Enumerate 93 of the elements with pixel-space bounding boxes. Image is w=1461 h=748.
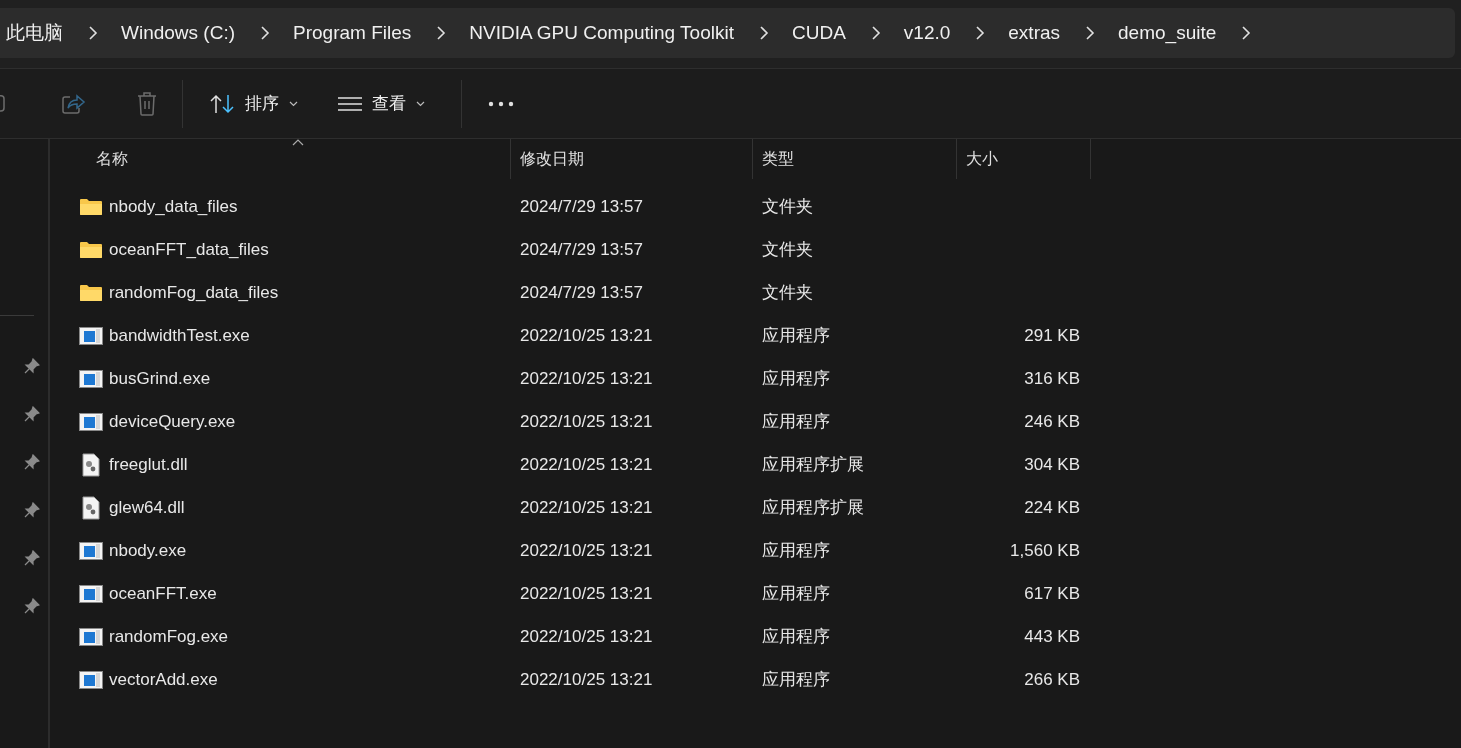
address-bar[interactable]: 此电脑 Windows (C:) Program Files NVIDIA GPU Computing Toolkit CUDA v12.0 extras demo_suite: [0, 8, 1455, 58]
date-modified: 2022/10/25 13:21: [520, 368, 653, 389]
file-type: 文件夹: [762, 282, 813, 304]
application-icon: [79, 326, 103, 345]
caret-icon: [289, 100, 298, 107]
breadcrumb-item[interactable]: extras: [1008, 22, 1061, 44]
pin-icon[interactable]: [24, 406, 40, 422]
file-size: 291 KB: [1024, 325, 1080, 346]
pin-icon[interactable]: [24, 598, 40, 614]
file-name[interactable]: busGrind.exe: [109, 368, 211, 389]
breadcrumb-item[interactable]: demo_suite: [1118, 22, 1217, 44]
chevron-icon[interactable]: [435, 25, 448, 41]
file-name[interactable]: nbody_data_files: [109, 196, 238, 217]
breadcrumb-item[interactable]: 此电脑: [6, 20, 63, 46]
file-name[interactable]: freeglut.dll: [109, 454, 188, 475]
breadcrumb-item[interactable]: CUDA: [791, 22, 846, 44]
pin-icon[interactable]: [24, 550, 40, 566]
file-name[interactable]: randomFog_data_files: [109, 282, 279, 303]
file-name[interactable]: oceanFFT.exe: [109, 583, 217, 604]
file-type: 应用程序扩展: [762, 454, 864, 476]
date-modified: 2022/10/25 13:21: [520, 454, 653, 475]
date-modified: 2022/10/25 13:21: [520, 583, 653, 604]
chevron-icon[interactable]: [87, 25, 99, 41]
chevron-icon[interactable]: [1240, 25, 1253, 41]
date-modified: 2022/10/25 13:21: [520, 669, 653, 690]
folder-icon: [79, 283, 103, 302]
chevron-icon[interactable]: [1084, 25, 1097, 41]
list-icon: [338, 95, 362, 112]
file-type: 应用程序: [762, 669, 830, 691]
breadcrumb-item[interactable]: v12.0: [903, 22, 951, 44]
application-icon: [79, 627, 103, 646]
trash-icon: [136, 90, 158, 117]
column-header[interactable]: 大小: [957, 139, 1091, 179]
file-type: 应用程序: [762, 325, 830, 347]
pin-icon[interactable]: [24, 502, 40, 518]
file-type: 应用程序: [762, 626, 830, 648]
file-type: 应用程序扩展: [762, 497, 864, 519]
date-modified: 2022/10/25 13:21: [520, 540, 653, 561]
date-modified: 2022/10/25 13:21: [520, 411, 653, 432]
breadcrumb-item[interactable]: Windows (C:): [121, 22, 235, 44]
application-icon: [79, 584, 103, 603]
date-modified: 2024/7/29 13:57: [520, 196, 643, 217]
file-size: 443 KB: [1024, 626, 1080, 647]
column-header[interactable]: 名称: [50, 139, 511, 179]
file-name[interactable]: glew64.dll: [109, 497, 185, 518]
column-header[interactable]: 类型: [753, 139, 957, 179]
file-size: 266 KB: [1024, 669, 1080, 690]
file-size: 617 KB: [1024, 583, 1080, 604]
gear-document-icon: [82, 452, 100, 477]
chevron-icon[interactable]: [869, 25, 882, 41]
file-type: 文件夹: [762, 196, 813, 218]
file-size: 304 KB: [1024, 454, 1080, 475]
file-type: 应用程序: [762, 583, 830, 605]
more-icon: [488, 100, 514, 107]
folder-icon: [79, 197, 103, 216]
breadcrumb-item[interactable]: NVIDIA GPU Computing Toolkit: [469, 22, 734, 44]
column-header[interactable]: 修改日期: [511, 139, 753, 179]
sort-icon: [209, 92, 235, 115]
date-modified: 2024/7/29 13:57: [520, 282, 643, 303]
file-size: 224 KB: [1024, 497, 1080, 518]
folder-icon: [79, 240, 103, 259]
date-modified: 2022/10/25 13:21: [520, 497, 653, 518]
file-size: 316 KB: [1024, 368, 1080, 389]
date-modified: 2024/7/29 13:57: [520, 239, 643, 260]
breadcrumb-item[interactable]: Program Files: [293, 22, 412, 44]
sort-up-icon: [292, 139, 304, 146]
file-size: 1,560 KB: [1010, 540, 1080, 561]
date-modified: 2022/10/25 13:21: [520, 325, 653, 346]
view-menu-button[interactable]: 查看: [334, 88, 429, 119]
file-size: 246 KB: [1024, 411, 1080, 432]
chevron-icon[interactable]: [974, 25, 987, 41]
application-icon: [79, 670, 103, 689]
file-name[interactable]: nbody.exe: [109, 540, 187, 561]
file-name[interactable]: oceanFFT_data_files: [109, 239, 269, 260]
application-icon: [79, 412, 103, 431]
chevron-icon[interactable]: [757, 25, 770, 41]
caret-icon: [416, 100, 425, 107]
gear-document-icon: [82, 495, 100, 520]
pin-icon[interactable]: [24, 454, 40, 470]
pin-icon[interactable]: [24, 358, 40, 374]
file-type: 应用程序: [762, 411, 830, 433]
file-type: 应用程序: [762, 540, 830, 562]
file-name[interactable]: bandwidthTest.exe: [109, 325, 250, 346]
file-name[interactable]: randomFog.exe: [109, 626, 229, 647]
file-type: 应用程序: [762, 368, 830, 390]
application-icon: [79, 369, 103, 388]
date-modified: 2022/10/25 13:21: [520, 626, 653, 647]
application-icon: [79, 541, 103, 560]
file-name[interactable]: vectorAdd.exe: [109, 669, 218, 690]
file-name[interactable]: deviceQuery.exe: [109, 411, 236, 432]
sort-menu-button[interactable]: 排序: [205, 88, 302, 119]
file-type: 文件夹: [762, 239, 813, 261]
chevron-icon[interactable]: [259, 25, 271, 41]
